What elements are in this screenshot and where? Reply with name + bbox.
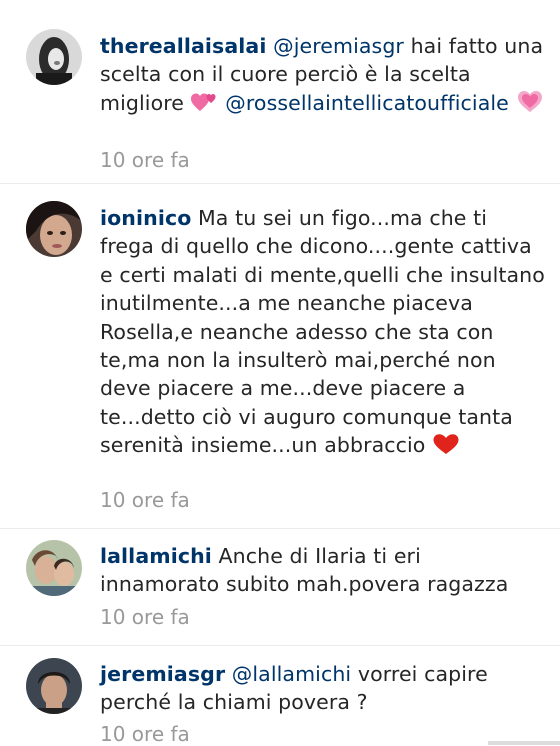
comment-text: lallamichi Anche di Ilaria ti eri innamo… — [100, 542, 545, 599]
comment-text: thereallaisalai @jeremiasgr hai fatto un… — [100, 32, 545, 120]
comment-username[interactable]: jeremiasgr — [100, 662, 225, 686]
comment-text: jeremiasgr @lallamichi vorrei capire per… — [100, 660, 545, 717]
comment-username[interactable]: ioninico — [100, 206, 191, 230]
avatar[interactable] — [26, 540, 82, 596]
comment-timestamp: 10 ore fa — [100, 605, 190, 629]
comment-mention[interactable]: @jeremiasgr — [273, 34, 404, 58]
two-hearts-icon — [190, 91, 219, 120]
red-heart-icon — [432, 433, 460, 462]
avatar[interactable] — [26, 201, 82, 257]
comment-body: Ma tu sei un figo...ma che ti frega di q… — [100, 206, 545, 458]
avatar[interactable] — [26, 658, 82, 714]
comment-text: ioninico Ma tu sei un figo...ma che ti f… — [100, 204, 545, 463]
comment-mention[interactable]: @rossellaintellicatoufficiale — [225, 91, 509, 115]
comment-username[interactable]: thereallaisalai — [100, 34, 266, 58]
divider — [0, 645, 560, 646]
scroll-indicator — [488, 741, 560, 745]
comment-item: lallamichi Anche di Ilaria ti eri innamo… — [0, 530, 560, 650]
avatar[interactable] — [26, 29, 82, 85]
divider — [0, 528, 560, 529]
sparkling-heart-icon — [516, 89, 544, 120]
comment-timestamp: 10 ore fa — [100, 722, 190, 746]
comment-username[interactable]: lallamichi — [100, 544, 212, 568]
divider — [0, 183, 560, 184]
comment-item: ioninico Ma tu sei un figo...ma che ti f… — [0, 190, 560, 530]
comment-mention[interactable]: @lallamichi — [232, 662, 351, 686]
comment-timestamp: 10 ore fa — [100, 148, 190, 172]
comment-item: jeremiasgr @lallamichi vorrei capire per… — [0, 648, 560, 746]
comment-timestamp: 10 ore fa — [100, 488, 190, 512]
comment-item: thereallaisalai @jeremiasgr hai fatto un… — [0, 0, 560, 190]
